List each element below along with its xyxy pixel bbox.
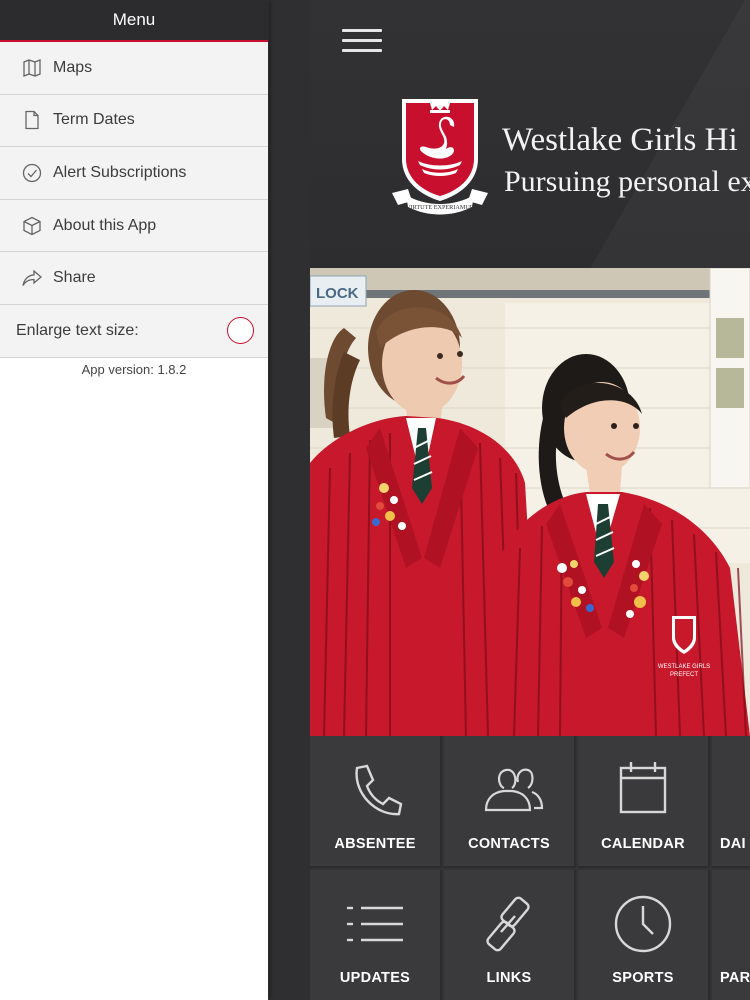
tile-parents[interactable]: PAR: [712, 870, 750, 1000]
menu-item-label: Alert Subscriptions: [53, 163, 187, 181]
tile-label: CALENDAR: [601, 836, 685, 852]
enlarge-text-label: Enlarge text size:: [16, 321, 139, 339]
tile-contacts[interactable]: CONTACTS: [444, 736, 576, 868]
phone-icon: [310, 758, 440, 822]
menu-item-label: Share: [53, 269, 96, 287]
tile-sports[interactable]: SPORTS: [578, 870, 710, 1000]
hero-photo: LOCK WESTLAKE GIRLS PREFECT: [310, 268, 750, 736]
menu-item-label: Maps: [53, 58, 93, 76]
tile-label: DAI: [720, 836, 746, 852]
crest-motto-text: VIRTUTE EXPERIAMUR: [406, 204, 475, 211]
prefect-badge-text-line2: PREFECT: [670, 672, 698, 678]
drawer-shadow-strip: [268, 0, 310, 1000]
menu-item-alert-subscriptions[interactable]: Alert Subscriptions: [0, 147, 268, 200]
enlarge-text-toggle[interactable]: [227, 317, 254, 345]
app-version: App version: 1.8.2: [81, 361, 187, 377]
menu-item-label: About this App: [53, 216, 157, 234]
main-area: VIRTUTE EXPERIAMUR Westlake Girls Hi Pur…: [268, 0, 750, 1000]
menu-title: Menu: [0, 0, 268, 42]
share-icon: [21, 267, 43, 289]
clock-icon: [578, 892, 708, 956]
tile-label: ABSENTEE: [334, 836, 416, 852]
map-icon: [21, 57, 43, 79]
list-icon: [310, 892, 440, 956]
home-screen: VIRTUTE EXPERIAMUR Westlake Girls Hi Pur…: [310, 0, 750, 1000]
tile-label: CONTACTS: [468, 836, 550, 852]
enlarge-text-row: Enlarge text size:: [0, 304, 268, 358]
hamburger-menu-icon[interactable]: [342, 28, 382, 54]
school-crest-logo: VIRTUTE EXPERIAMUR: [390, 97, 490, 217]
menu-item-maps[interactable]: Maps: [0, 42, 268, 95]
school-name: Westlake Girls Hi: [502, 122, 738, 158]
cube-icon: [21, 215, 43, 237]
tile-label: PAR: [720, 970, 750, 986]
document-icon: [21, 109, 43, 131]
calendar-icon: [578, 758, 708, 822]
prefect-badge-text-line1: WESTLAKE GIRLS: [658, 664, 710, 670]
contacts-icon: [444, 758, 574, 822]
quick-links-grid: ABSENTEE CONTACTS CALENDAR DAI UPDATES L…: [310, 736, 750, 1000]
side-menu: Menu Maps Term Dates Alert Subscriptions…: [0, 0, 268, 1000]
sign-text: LOCK: [316, 285, 359, 302]
tile-calendar[interactable]: CALENDAR: [578, 736, 710, 868]
tile-links[interactable]: LINKS: [444, 870, 576, 1000]
menu-item-term-dates[interactable]: Term Dates: [0, 94, 268, 148]
menu-item-about-this-app[interactable]: About this App: [0, 199, 268, 253]
tile-label: LINKS: [486, 970, 532, 986]
link-icon: [444, 892, 574, 956]
check-circle-icon: [21, 162, 43, 184]
menu-item-share[interactable]: Share: [0, 252, 268, 305]
tile-daily[interactable]: DAI: [712, 736, 750, 868]
school-motto: Pursuing personal ex: [504, 165, 750, 198]
tile-absentee[interactable]: ABSENTEE: [310, 736, 442, 868]
tile-label: SPORTS: [612, 970, 674, 986]
menu-item-label: Term Dates: [53, 111, 135, 129]
tile-updates[interactable]: UPDATES: [310, 870, 442, 1000]
tile-label: UPDATES: [339, 970, 411, 986]
